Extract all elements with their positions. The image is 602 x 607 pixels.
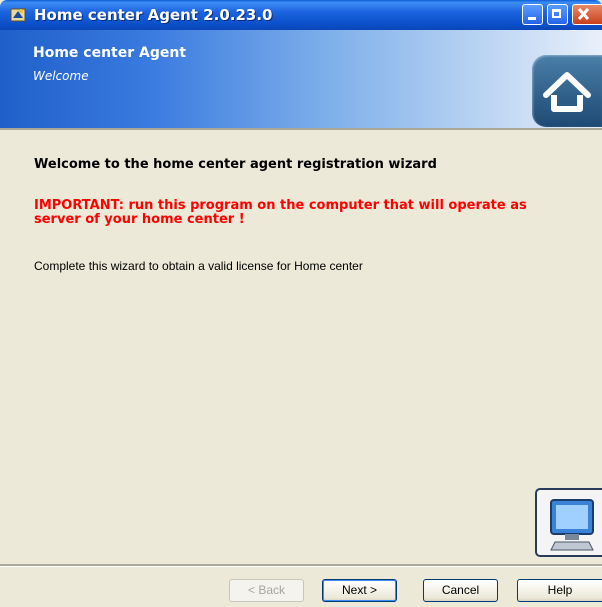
wizard-header: Home center Agent Welcome xyxy=(0,30,602,128)
minimize-button[interactable] xyxy=(522,4,543,25)
instruction-text: Complete this wizard to obtain a valid l… xyxy=(34,259,363,273)
close-button[interactable] xyxy=(572,4,602,25)
window-title: Home center Agent 2.0.23.0 xyxy=(34,6,273,24)
close-icon xyxy=(577,7,590,21)
important-notice: IMPORTANT: run this program on the compu… xyxy=(34,198,527,227)
cancel-button[interactable]: Cancel xyxy=(423,579,498,602)
computer-image xyxy=(535,488,602,557)
header-divider xyxy=(0,128,602,130)
home-logo xyxy=(532,55,602,127)
home-icon xyxy=(543,72,591,112)
title-bar[interactable]: Home center Agent 2.0.23.0 xyxy=(0,0,602,30)
next-button[interactable]: Next > xyxy=(322,579,397,602)
computer-icon xyxy=(550,499,594,551)
welcome-heading: Welcome to the home center agent registr… xyxy=(34,157,437,172)
header-title: Home center Agent xyxy=(33,45,187,61)
header-subtitle: Welcome xyxy=(33,69,89,83)
back-button[interactable]: < Back xyxy=(229,579,304,602)
maximize-button[interactable] xyxy=(547,4,568,25)
app-icon xyxy=(10,8,26,22)
help-button[interactable]: Help xyxy=(517,579,602,602)
footer-divider xyxy=(0,564,602,567)
